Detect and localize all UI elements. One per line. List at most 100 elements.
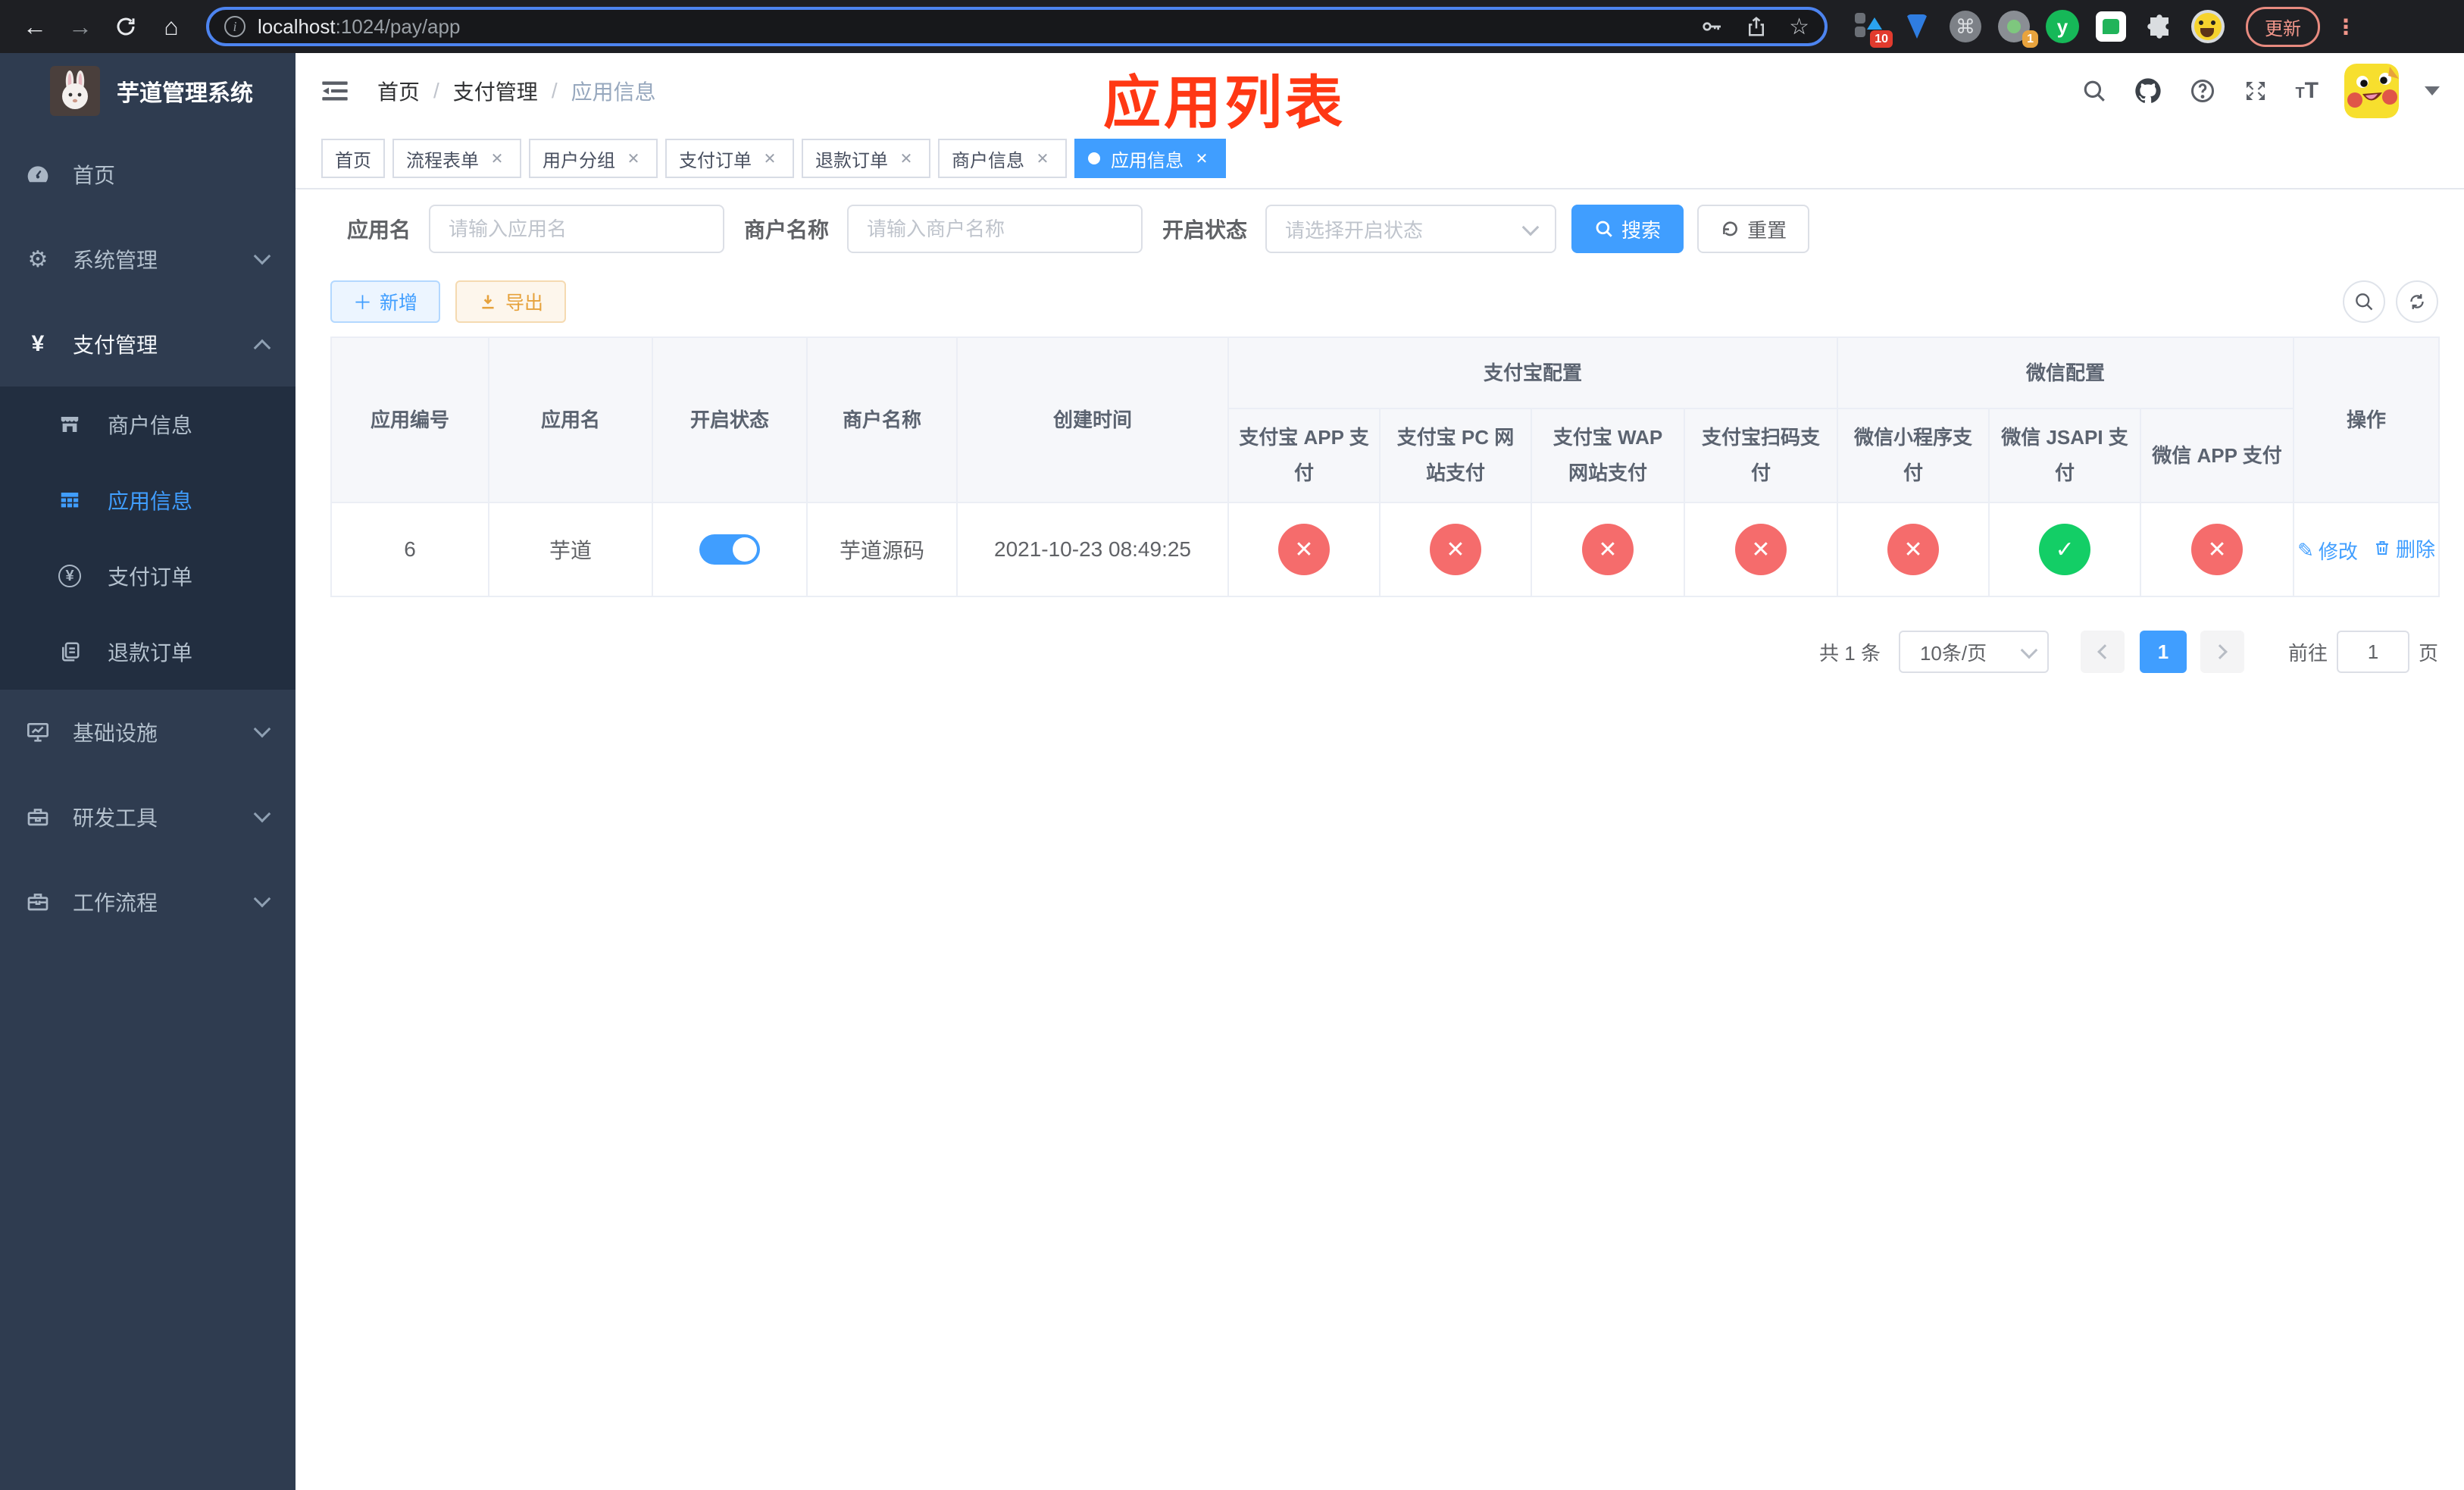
app-name-input[interactable] bbox=[429, 205, 725, 253]
extension-badge10-icon[interactable]: 10 bbox=[1852, 10, 1893, 48]
extension-recorder-icon[interactable]: 1 bbox=[1997, 10, 2038, 48]
browser-home-button[interactable]: ⌂ bbox=[152, 7, 191, 46]
extension-yuque-icon[interactable]: y bbox=[2046, 10, 2079, 43]
tab-home[interactable]: 首页✕ bbox=[321, 139, 385, 178]
status-wx-mini: ✕ bbox=[1887, 524, 1940, 575]
share-icon[interactable] bbox=[1745, 15, 1768, 38]
close-icon[interactable]: ✕ bbox=[486, 148, 508, 169]
sidebar-item-refund-orders[interactable]: 退款订单 bbox=[0, 614, 295, 690]
refresh-button[interactable] bbox=[2396, 280, 2438, 323]
enable-switch[interactable] bbox=[699, 534, 760, 565]
cell-created: 2021-10-23 08:49:25 bbox=[956, 502, 1229, 597]
export-button[interactable]: 导出 bbox=[455, 280, 567, 323]
tab-merchant-info[interactable]: 商户信息 ✕ bbox=[938, 139, 1067, 178]
prev-page-button[interactable] bbox=[2080, 631, 2125, 673]
help-icon[interactable] bbox=[2189, 77, 2216, 105]
group-wechat-config: 微信配置 bbox=[1837, 337, 2295, 409]
merchant-name-input[interactable] bbox=[847, 205, 1143, 253]
sidebar-item-devtools[interactable]: 研发工具 bbox=[0, 775, 295, 859]
chrome-update-button[interactable]: 更新 bbox=[2246, 6, 2320, 47]
chevron-down-icon bbox=[253, 805, 271, 823]
tab-user-group[interactable]: 用户分组 ✕ bbox=[529, 139, 658, 178]
delete-link[interactable]: 删除 bbox=[2373, 534, 2435, 562]
bookmark-star-icon[interactable]: ☆ bbox=[1789, 14, 1809, 40]
page-size-select[interactable]: 10条/页 bbox=[1898, 631, 2049, 673]
next-page-button[interactable] bbox=[2200, 631, 2244, 673]
extensions-menu-icon[interactable] bbox=[2143, 10, 2176, 43]
close-icon[interactable]: ✕ bbox=[896, 148, 917, 169]
chevron-right-icon bbox=[2212, 644, 2228, 659]
close-icon[interactable]: ✕ bbox=[623, 148, 644, 169]
breadcrumb-payment[interactable]: 支付管理 bbox=[453, 76, 538, 106]
sidebar-collapse-icon[interactable] bbox=[320, 76, 350, 106]
tab-pay-orders[interactable]: 支付订单 ✕ bbox=[665, 139, 794, 178]
close-icon[interactable]: ✕ bbox=[1191, 148, 1212, 169]
refresh-icon bbox=[1723, 221, 1738, 236]
tab-process-form[interactable]: 流程表单 ✕ bbox=[392, 139, 521, 178]
sidebar-item-system[interactable]: ⚙ 系统管理 bbox=[0, 217, 295, 302]
sidebar-item-home[interactable]: 首页 bbox=[0, 132, 295, 217]
add-button[interactable]: ＋ 新增 bbox=[330, 280, 441, 323]
sidebar-item-workflow[interactable]: 工作流程 bbox=[0, 859, 295, 944]
goto-page-input[interactable] bbox=[2336, 631, 2409, 673]
profile-avatar-icon[interactable] bbox=[2191, 10, 2225, 43]
chevron-down-icon bbox=[253, 720, 271, 738]
search-button[interactable]: 搜索 bbox=[1571, 205, 1684, 253]
edit-link[interactable]: ✎ 修改 bbox=[2297, 537, 2358, 565]
sidebar-item-app-info[interactable]: 应用信息 bbox=[0, 462, 295, 538]
chevron-down-icon bbox=[253, 247, 271, 265]
close-icon[interactable]: ✕ bbox=[759, 148, 780, 169]
sidebar-item-merchant-info[interactable]: 商户信息 bbox=[0, 387, 295, 462]
avatar-dropdown-caret[interactable] bbox=[2425, 86, 2440, 95]
chevron-down-icon bbox=[253, 890, 271, 908]
breadcrumb-current: 应用信息 bbox=[571, 80, 656, 104]
password-key-icon[interactable] bbox=[1699, 14, 1724, 39]
status-select[interactable]: 请选择开启状态 bbox=[1265, 205, 1557, 253]
status-alipay-wap: ✕ bbox=[1582, 524, 1634, 575]
col-merchant: 商户名称 bbox=[806, 337, 958, 503]
content-area: 应用名 商户名称 开启状态 请选择开启状态 搜索 重置 bbox=[295, 189, 2464, 1490]
address-bar[interactable]: i localhost:1024/pay/app ☆ bbox=[206, 7, 1828, 46]
site-info-icon[interactable]: i bbox=[224, 16, 245, 37]
close-icon[interactable]: ✕ bbox=[1032, 148, 1053, 169]
reset-button[interactable]: 重置 bbox=[1697, 205, 1810, 253]
browser-forward-button[interactable]: → bbox=[61, 7, 100, 46]
github-icon[interactable] bbox=[2133, 76, 2163, 106]
extension-kite-icon[interactable] bbox=[1900, 10, 1934, 43]
briefcase-icon bbox=[26, 890, 50, 914]
status-wx-app: ✕ bbox=[2191, 524, 2244, 575]
sidebar-item-infra[interactable]: 基础设施 bbox=[0, 690, 295, 775]
sidebar-item-pay-orders[interactable]: ¥ 支付订单 bbox=[0, 538, 295, 614]
tab-app-info[interactable]: 应用信息 ✕ bbox=[1074, 139, 1226, 178]
sidebar-logo[interactable]: 芋道管理系统 bbox=[0, 53, 295, 129]
toggle-search-button[interactable] bbox=[2343, 280, 2385, 323]
cell-merchant: 芋道源码 bbox=[806, 502, 958, 597]
pencil-icon: ✎ bbox=[2297, 539, 2314, 562]
user-avatar[interactable] bbox=[2344, 64, 2399, 118]
browser-reload-button[interactable] bbox=[106, 7, 145, 46]
col-actions: 操作 bbox=[2293, 337, 2441, 503]
extension-command-icon[interactable]: ⌘ bbox=[1949, 10, 1982, 43]
col-wx-app: 微信 APP 支付 bbox=[2140, 408, 2295, 503]
breadcrumb-home[interactable]: 首页 bbox=[377, 76, 420, 106]
sidebar-item-payment[interactable]: ¥ 支付管理 bbox=[0, 302, 295, 387]
search-icon[interactable] bbox=[2081, 78, 2107, 104]
cell-app-name: 芋道 bbox=[488, 502, 653, 597]
refresh-icon bbox=[2410, 294, 2424, 309]
toolbox-icon bbox=[26, 805, 50, 829]
col-alipay-app: 支付宝 APP 支付 bbox=[1227, 408, 1381, 503]
tab-refund-orders[interactable]: 退款订单 ✕ bbox=[802, 139, 930, 178]
breadcrumb: 首页 / 支付管理 / 应用信息 bbox=[377, 76, 656, 106]
filter-form: 应用名 商户名称 开启状态 请选择开启状态 搜索 重置 bbox=[347, 205, 2464, 253]
app-table: 应用编号 应用名 开启状态 商户名称 创建时间 支付宝配置 微信配置 操作 支付… bbox=[330, 337, 2441, 597]
yen-circle-icon: ¥ bbox=[58, 564, 82, 588]
col-alipay-wap: 支付宝 WAP 网站支付 bbox=[1531, 408, 1685, 503]
page-number-button[interactable]: 1 bbox=[2139, 631, 2187, 673]
browser-back-button[interactable]: ← bbox=[15, 7, 55, 46]
fullscreen-icon[interactable] bbox=[2242, 77, 2269, 105]
status-alipay-qr: ✕ bbox=[1735, 524, 1787, 575]
browser-menu-icon[interactable]: ⋮ bbox=[2335, 14, 2356, 39]
url-text[interactable]: localhost:1024/pay/app bbox=[258, 15, 1687, 39]
font-size-icon[interactable]: TT bbox=[2295, 78, 2319, 104]
extension-chat-icon[interactable] bbox=[2094, 10, 2128, 43]
